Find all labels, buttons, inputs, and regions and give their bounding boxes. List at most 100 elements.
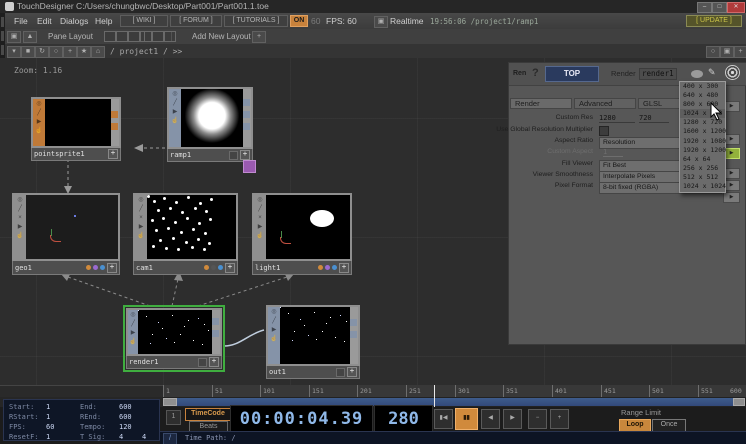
- node-light1[interactable]: ◎ ╱ × ▶ ☝ light1 +: [252, 193, 352, 275]
- hand-icon[interactable]: ☝: [171, 118, 178, 124]
- arrow-icon[interactable]: ▶: [258, 224, 263, 230]
- layout-preset-4[interactable]: [140, 31, 152, 42]
- step-field[interactable]: 1: [166, 410, 181, 425]
- pointsprite1-connectors[interactable]: [111, 99, 119, 146]
- arrow-icon[interactable]: ▶: [18, 224, 23, 230]
- menu-help[interactable]: Help: [95, 16, 112, 26]
- menu-file[interactable]: File: [14, 16, 28, 26]
- back-arrow-icon[interactable]: ▾: [7, 46, 21, 58]
- arrow-icon[interactable]: ▶: [139, 224, 144, 230]
- lightning-icon[interactable]: ╱: [131, 321, 135, 327]
- bookmark-icon[interactable]: ▣: [7, 31, 21, 43]
- viewer-add-icon[interactable]: +: [734, 46, 746, 58]
- tab-advanced[interactable]: Advanced: [574, 98, 636, 109]
- layout-preset-1[interactable]: [104, 31, 116, 42]
- pane-edge[interactable]: [0, 13, 5, 58]
- comment-flag-icon[interactable]: [243, 160, 256, 173]
- close-icon[interactable]: ×: [139, 215, 143, 221]
- layout-preset-5[interactable]: [152, 31, 164, 42]
- viewer-flag-dot[interactable]: [332, 265, 337, 270]
- step-forward-button[interactable]: +: [550, 409, 569, 429]
- light1-viewer[interactable]: [266, 195, 350, 259]
- update-button[interactable]: [ UPDATE ]: [686, 15, 742, 27]
- star-icon[interactable]: ★: [77, 46, 91, 58]
- wiki-button[interactable]: [ WIKI ]: [120, 15, 168, 27]
- expand-plus-icon[interactable]: +: [108, 149, 118, 159]
- render1-viewer[interactable]: [138, 310, 212, 354]
- hand-icon[interactable]: ☝: [270, 336, 277, 342]
- menu-item[interactable]: 1920 x 1080: [680, 137, 725, 146]
- language-icon[interactable]: ✎: [708, 67, 716, 78]
- display-flag-dot[interactable]: [325, 265, 330, 270]
- viewer-flag-icon[interactable]: [229, 151, 238, 160]
- menu-item[interactable]: 512 x 512: [680, 173, 725, 182]
- expand-plus-icon[interactable]: +: [107, 263, 117, 273]
- lightning-icon[interactable]: ╱: [258, 206, 262, 212]
- stop-icon[interactable]: ■: [21, 46, 35, 58]
- start-value[interactable]: 1: [46, 403, 50, 411]
- menu-item[interactable]: 1600 x 1200: [680, 127, 725, 136]
- menu-item[interactable]: 256 x 256: [680, 164, 725, 173]
- fps-value[interactable]: 60: [46, 423, 54, 431]
- display-flag-dot[interactable]: [211, 265, 216, 270]
- gear-icon[interactable]: ◎: [17, 197, 22, 203]
- row-arrow-icon[interactable]: ▶: [723, 192, 740, 203]
- pointsprite1-viewer[interactable]: [45, 99, 111, 146]
- hand-icon[interactable]: ☝: [35, 128, 42, 134]
- range-end-handle[interactable]: [733, 398, 745, 406]
- op-name-field[interactable]: render1: [639, 68, 677, 80]
- viewer-circle-icon[interactable]: ○: [706, 46, 720, 58]
- range-start-handle[interactable]: [163, 398, 177, 406]
- menu-item[interactable]: 64 x 64: [680, 155, 725, 164]
- node-pointsprite1[interactable]: ◎ ╱ ▶ ☝ pointsprite1 +: [31, 97, 121, 161]
- menu-item[interactable]: 1920 x 1200: [680, 146, 725, 155]
- node-geo1[interactable]: ◎ ╱ × ▶ ☝ geo1 +: [12, 193, 120, 275]
- tsig-value-2[interactable]: 4: [142, 433, 146, 441]
- node-render1[interactable]: ◎ ╱ ▶ ☝ render1 +: [126, 308, 222, 369]
- arrow-icon[interactable]: ▶: [131, 330, 136, 336]
- lightning-icon[interactable]: ╱: [37, 110, 41, 116]
- layout-preset-2[interactable]: [116, 31, 128, 42]
- hand-icon[interactable]: ☝: [16, 233, 23, 239]
- frame-display[interactable]: 280: [374, 405, 433, 433]
- light1-name[interactable]: light1 +: [252, 261, 352, 275]
- gear-icon[interactable]: ◎: [172, 91, 177, 97]
- help-icon[interactable]: ?: [532, 67, 539, 79]
- step-back-button[interactable]: −: [528, 409, 547, 429]
- arrow-icon[interactable]: ▶: [272, 327, 277, 333]
- play-reverse-button[interactable]: ◀: [481, 409, 500, 429]
- lightning-icon[interactable]: ╱: [272, 318, 276, 324]
- hand-icon[interactable]: ☝: [137, 233, 144, 239]
- gear-icon[interactable]: ◎: [271, 309, 276, 315]
- tab-render[interactable]: Render: [510, 98, 572, 109]
- rstart-value[interactable]: 1: [46, 413, 50, 421]
- render1-name[interactable]: render1 +: [126, 356, 222, 369]
- arrow-icon[interactable]: ▶: [37, 119, 42, 125]
- pointsprite1-name[interactable]: pointsprite1 +: [31, 148, 121, 161]
- node-ramp1[interactable]: ◎ ╱ ▶ ☝ ramp1 +: [167, 87, 253, 162]
- play-forward-button[interactable]: ▶: [503, 409, 522, 429]
- tempo-value[interactable]: 120: [119, 423, 132, 431]
- jump-start-button[interactable]: ▮◀: [434, 409, 453, 429]
- viewer-flag-dot[interactable]: [218, 265, 223, 270]
- minimize-button[interactable]: –: [697, 2, 712, 13]
- maximize-button[interactable]: □: [712, 2, 727, 13]
- node-cam1[interactable]: ◎ ╱ × ▶ ☝ cam1 +: [133, 193, 238, 275]
- ramp1-name[interactable]: ramp1 +: [167, 149, 253, 162]
- geo1-name[interactable]: geo1 +: [12, 261, 120, 275]
- out1-connectors[interactable]: [350, 307, 358, 364]
- lightning-icon[interactable]: ╱: [139, 206, 143, 212]
- record-icon[interactable]: ○: [49, 46, 63, 58]
- out1-name[interactable]: out1 +: [266, 366, 360, 379]
- menu-edit[interactable]: Edit: [37, 16, 52, 26]
- timeline-ruler[interactable]: 1 51 101 151 201 251 301 351 401 451 501…: [163, 385, 746, 397]
- lightning-icon[interactable]: ╱: [173, 100, 177, 106]
- render-flag-dot[interactable]: [204, 265, 209, 270]
- pointer-icon[interactable]: ▲: [23, 31, 37, 43]
- expand-plus-icon[interactable]: +: [209, 357, 219, 367]
- menu-item[interactable]: 640 x 480: [680, 91, 725, 100]
- playhead[interactable]: [434, 385, 435, 407]
- hand-icon[interactable]: ☝: [256, 233, 263, 239]
- cam1-viewer[interactable]: [147, 195, 236, 259]
- node-out1[interactable]: ◎ ╱ ▶ ☝ out1 +: [266, 305, 360, 379]
